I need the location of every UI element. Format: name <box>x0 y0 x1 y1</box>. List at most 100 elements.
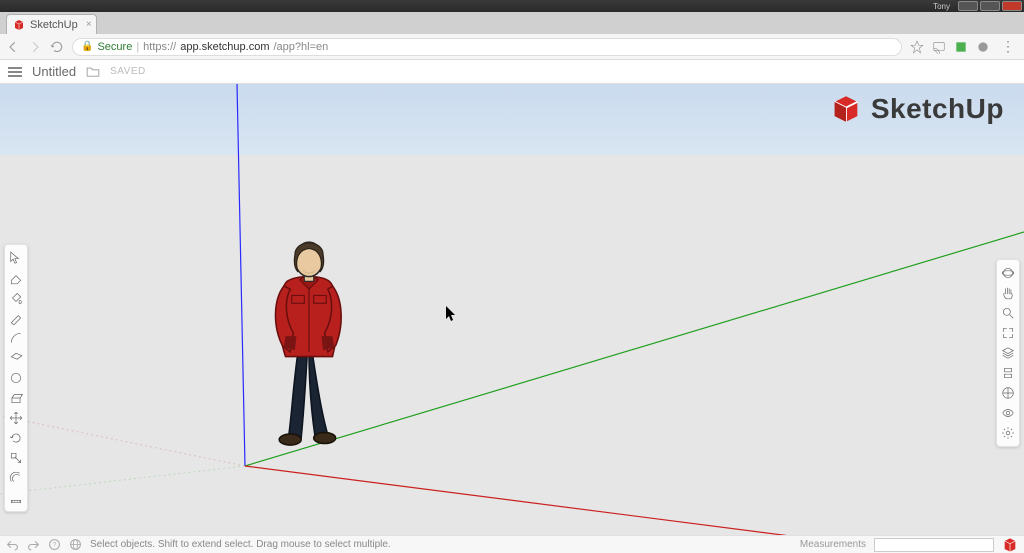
svg-text:?: ? <box>53 542 57 549</box>
eraser-tool[interactable] <box>7 269 25 287</box>
status-hint: Select objects. Shift to extend select. … <box>90 539 391 550</box>
circle-icon <box>9 371 23 385</box>
components-panel[interactable] <box>999 364 1017 382</box>
push-pull-tool[interactable] <box>7 389 25 407</box>
line-tool[interactable] <box>7 309 25 327</box>
url-path: /app?hl=en <box>273 41 328 53</box>
pan-tool[interactable] <box>999 284 1017 302</box>
url-separator: | <box>136 41 139 53</box>
display-panel[interactable] <box>999 404 1017 422</box>
blue-axis <box>237 84 245 466</box>
url-prefix: https:// <box>143 41 176 53</box>
components-icon <box>1001 366 1015 380</box>
brand-logo: SketchUp <box>829 92 1004 126</box>
help-icon[interactable]: ? <box>48 538 61 551</box>
cast-icon[interactable] <box>932 40 946 54</box>
secure-label: Secure <box>97 41 132 53</box>
tape-icon <box>9 491 23 505</box>
select-tool[interactable] <box>7 249 25 267</box>
browser-address-bar: 🔒 Secure | https:// app.sketchup.com/app?… <box>0 34 1024 60</box>
tray-label: Tony <box>933 2 950 11</box>
browser-tab-strip: SketchUp × <box>0 12 1024 34</box>
menu-button[interactable] <box>8 65 22 79</box>
browser-tab-sketchup[interactable]: SketchUp × <box>6 14 97 34</box>
layers-panel[interactable] <box>999 344 1017 362</box>
save-state-label: SAVED <box>110 66 146 77</box>
undo-icon[interactable] <box>6 538 19 551</box>
axes-overlay <box>0 84 1024 535</box>
green-axis-neg <box>0 466 245 494</box>
app-top-bar: Untitled SAVED <box>0 60 1024 84</box>
folder-icon[interactable] <box>86 65 100 78</box>
layers-icon <box>1001 346 1015 360</box>
rotate-tool[interactable] <box>7 429 25 447</box>
rect-icon <box>9 351 23 365</box>
bucket-icon <box>9 291 23 305</box>
back-icon[interactable] <box>6 40 20 54</box>
zoom-tool[interactable] <box>999 304 1017 322</box>
tab-title: SketchUp <box>30 19 78 31</box>
pencil-icon <box>9 311 23 325</box>
sketchup-logo-icon <box>829 92 863 126</box>
settings-panel[interactable] <box>999 424 1017 442</box>
url-host: app.sketchup.com <box>180 41 269 53</box>
styles-panel[interactable] <box>999 384 1017 402</box>
sketchup-app: Untitled SAVED <box>0 60 1024 553</box>
cursor-icon <box>9 251 23 265</box>
viewport[interactable]: SketchUp <box>0 84 1024 535</box>
offset-icon <box>9 471 23 485</box>
move-icon <box>9 411 23 425</box>
zoom-icon <box>1001 306 1015 320</box>
green-axis <box>245 232 1024 466</box>
forward-icon[interactable] <box>28 40 42 54</box>
os-titlebar: Tony <box>0 0 1024 12</box>
scale-icon <box>9 451 23 465</box>
styles-icon <box>1001 386 1015 400</box>
paint-bucket-tool[interactable] <box>7 289 25 307</box>
extents-icon <box>1001 326 1015 340</box>
arc-icon <box>9 331 23 345</box>
extension-icon-2[interactable] <box>976 40 990 54</box>
pan-icon <box>1001 286 1015 300</box>
pushpull-icon <box>9 391 23 405</box>
window-close-button[interactable] <box>1002 1 1022 11</box>
red-axis <box>245 466 1024 535</box>
mouse-cursor-icon <box>446 306 458 322</box>
sketchup-favicon-icon <box>13 19 25 31</box>
url-input[interactable]: 🔒 Secure | https:// app.sketchup.com/app?… <box>72 38 902 56</box>
redo-icon[interactable] <box>27 538 40 551</box>
star-icon[interactable] <box>910 40 924 54</box>
eraser-icon <box>9 271 23 285</box>
offset-tool[interactable] <box>7 469 25 487</box>
chrome-menu-icon[interactable]: ⋮ <box>998 38 1018 55</box>
tab-close-icon[interactable]: × <box>86 19 92 30</box>
red-axis-neg <box>0 416 245 466</box>
document-title: Untitled <box>32 64 76 79</box>
tape-measure-tool[interactable] <box>7 489 25 507</box>
move-tool[interactable] <box>7 409 25 427</box>
sketchup-badge-icon[interactable] <box>1002 537 1018 553</box>
display-icon <box>1001 406 1015 420</box>
lock-icon: 🔒 <box>81 41 93 52</box>
scale-figure-person[interactable] <box>262 219 356 469</box>
window-maximize-button[interactable] <box>980 1 1000 11</box>
reload-icon[interactable] <box>50 40 64 54</box>
measurements-label: Measurements <box>800 539 866 550</box>
extension-icon-1[interactable] <box>954 40 968 54</box>
settings-icon <box>1001 426 1015 440</box>
status-bar: ? Select objects. Shift to extend select… <box>0 535 1024 553</box>
circle-tool[interactable] <box>7 369 25 387</box>
arc-tool[interactable] <box>7 329 25 347</box>
rectangle-tool[interactable] <box>7 349 25 367</box>
window-minimize-button[interactable] <box>958 1 978 11</box>
orbit-icon <box>1001 266 1015 280</box>
zoom-extents-tool[interactable] <box>999 324 1017 342</box>
measurements-input[interactable] <box>874 538 994 552</box>
orbit-tool[interactable] <box>999 264 1017 282</box>
language-icon[interactable] <box>69 538 82 551</box>
views-toolbar <box>996 259 1020 447</box>
scale-tool[interactable] <box>7 449 25 467</box>
rotate-icon <box>9 431 23 445</box>
brand-text: SketchUp <box>871 93 1004 125</box>
tools-toolbar <box>4 244 28 512</box>
